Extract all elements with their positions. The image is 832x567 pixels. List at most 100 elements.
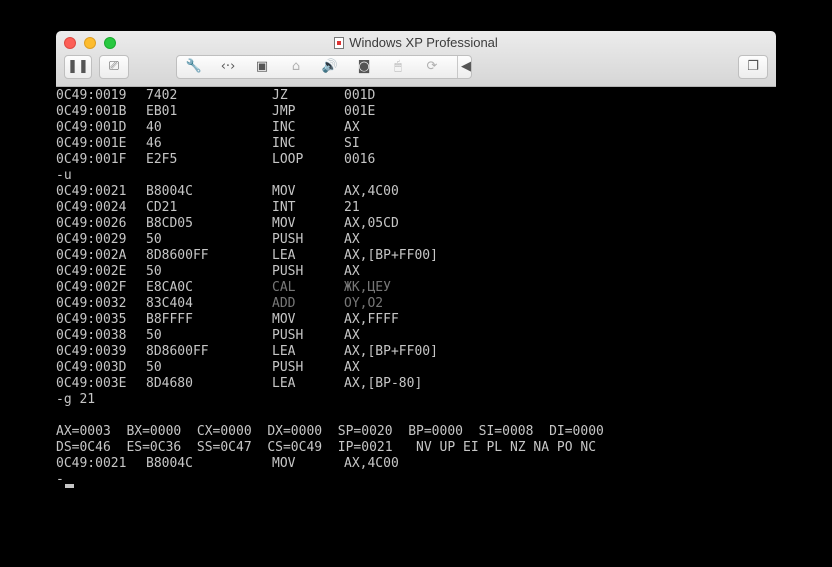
window-mode-button[interactable]: ❐ bbox=[738, 55, 768, 79]
network-arrows-icon[interactable]: ‹·› bbox=[215, 56, 241, 78]
disasm-mnemonic: INC bbox=[272, 120, 296, 135]
console-line: 0C49:002F E8CA0C CAL ЖК,ЦЕУ bbox=[56, 280, 776, 296]
pause-icon: ❚❚ bbox=[67, 59, 89, 74]
disasm-machine-code: 50 bbox=[146, 360, 162, 375]
disasm-operands: AX,05CD bbox=[344, 216, 399, 231]
disasm-operands: AX,[BP+FF00] bbox=[344, 248, 438, 263]
disasm-address: 0C49:0039 bbox=[56, 344, 127, 359]
disasm-operands: SI bbox=[344, 136, 360, 151]
disasm-operands: OY,O2 bbox=[344, 296, 384, 311]
disasm-machine-code: 46 bbox=[146, 136, 162, 151]
disasm-operands: AX,[BP+FF00] bbox=[344, 344, 438, 359]
disasm-address: 0C49:001F bbox=[56, 152, 127, 167]
disasm-address: 0C49:002E bbox=[56, 264, 127, 279]
disasm-mnemonic: CAL bbox=[272, 280, 296, 295]
console-line: 0C49:002A 8D8600FF LEA AX,[BP+FF00] bbox=[56, 248, 776, 264]
disasm-mnemonic: JZ bbox=[272, 88, 288, 103]
disasm-address: 0C49:0029 bbox=[56, 232, 127, 247]
disasm-operands: 001D bbox=[344, 88, 376, 103]
console-text: AX=0003 BX=0000 CX=0000 DX=0000 SP=0020 … bbox=[56, 424, 604, 439]
console-text: - bbox=[56, 472, 64, 487]
console-text: -u bbox=[56, 168, 72, 183]
sound-icon[interactable]: 🔊 bbox=[317, 56, 343, 78]
console-line: 0C49:001B EB01 JMP 001E bbox=[56, 104, 776, 120]
device-toolbar: 🔧 ‹·› ▣ ⌂ 🔊 ◙ 🖱 ⟳ ◀ bbox=[176, 55, 472, 79]
console-line: - bbox=[56, 472, 776, 488]
console-line: 0C49:0039 8D8600FF LEA AX,[BP+FF00] bbox=[56, 344, 776, 360]
disasm-mnemonic: PUSH bbox=[272, 232, 304, 247]
disasm-machine-code: E2F5 bbox=[146, 152, 178, 167]
dos-console[interactable]: 0C49:0019 7402 JZ 001D 0C49:001B EB01 JMP 001E 0… bbox=[56, 88, 776, 567]
disasm-address: 0C49:002A bbox=[56, 248, 127, 263]
disasm-address: 0C49:0021 bbox=[56, 456, 127, 471]
disasm-mnemonic: LEA bbox=[272, 344, 296, 359]
disasm-mnemonic: MOV bbox=[272, 312, 296, 327]
disasm-mnemonic: PUSH bbox=[272, 360, 304, 375]
window-title-container: Windows XP Professional bbox=[56, 34, 776, 52]
disasm-mnemonic: ADD bbox=[272, 296, 296, 311]
disasm-mnemonic: INC bbox=[272, 136, 296, 151]
console-line: 0C49:0021 B8004C MOV AX,4C00 bbox=[56, 184, 776, 200]
window-title: Windows XP Professional bbox=[349, 35, 498, 50]
console-line: 0C49:001F E2F5 LOOP 0016 bbox=[56, 152, 776, 168]
disasm-address: 0C49:003D bbox=[56, 360, 127, 375]
cd-drive-icon[interactable]: ◙ bbox=[351, 56, 377, 78]
printer-icon[interactable]: ⌂ bbox=[283, 56, 309, 78]
console-line: 0C49:002E 50 PUSH AX bbox=[56, 264, 776, 280]
shared-folder-icon[interactable]: ⟳ bbox=[419, 56, 445, 78]
disasm-mnemonic: MOV bbox=[272, 456, 296, 471]
disasm-machine-code: B8004C bbox=[146, 184, 193, 199]
disasm-machine-code: 8D4680 bbox=[146, 376, 193, 391]
disasm-operands: AX,[BP-80] bbox=[344, 376, 423, 391]
console-line: 0C49:001E 46 INC SI bbox=[56, 136, 776, 152]
disasm-mnemonic: LOOP bbox=[272, 152, 304, 167]
disasm-operands: ЖК,ЦЕУ bbox=[344, 280, 391, 295]
console-line: 0C49:0026 B8CD05 MOV AX,05CD bbox=[56, 216, 776, 232]
windows-vm-icon bbox=[334, 37, 345, 49]
disasm-address: 0C49:003E bbox=[56, 376, 127, 391]
disasm-operands: AX bbox=[344, 232, 360, 247]
disasm-operands: AX,4C00 bbox=[344, 456, 399, 471]
settings-wrench-icon[interactable]: 🔧 bbox=[181, 56, 207, 78]
disasm-operands: AX bbox=[344, 360, 360, 375]
hard-disk-icon[interactable]: ▣ bbox=[249, 56, 275, 78]
console-line: 0C49:0024 CD21 INT 21 bbox=[56, 200, 776, 216]
console-line: 0C49:0038 50 PUSH AX bbox=[56, 328, 776, 344]
disasm-address: 0C49:0038 bbox=[56, 328, 127, 343]
disasm-address: 0C49:0026 bbox=[56, 216, 127, 231]
disasm-mnemonic: PUSH bbox=[272, 328, 304, 343]
disasm-machine-code: 50 bbox=[146, 264, 162, 279]
console-line: 0C49:0032 83C404 ADD OY,O2 bbox=[56, 296, 776, 312]
disasm-machine-code: B8FFFF bbox=[146, 312, 193, 327]
disasm-machine-code: E8CA0C bbox=[146, 280, 193, 295]
disasm-mnemonic: MOV bbox=[272, 216, 296, 231]
disasm-operands: 0016 bbox=[344, 152, 376, 167]
disasm-machine-code: EB01 bbox=[146, 104, 178, 119]
disasm-address: 0C49:0019 bbox=[56, 88, 127, 103]
title-bar[interactable]: Windows XP Professional ❚❚ ⎚ 🔧 ‹·› ▣ ⌂ 🔊 ◙ 🖱 ⟳ ◀… bbox=[56, 31, 776, 87]
console-text: DS=0C46 ES=0C36 SS=0C47 CS=0C49 IP=0021 … bbox=[56, 440, 597, 455]
disasm-operands: AX bbox=[344, 120, 360, 135]
console-line: 0C49:003E 8D4680 LEA AX,[BP-80] bbox=[56, 376, 776, 392]
disasm-address: 0C49:0024 bbox=[56, 200, 127, 215]
snapshot-button[interactable]: ⎚ bbox=[99, 55, 129, 79]
usb-mouse-icon[interactable]: 🖱 bbox=[385, 56, 411, 78]
console-line: AX=0003 BX=0000 CX=0000 DX=0000 SP=0020 … bbox=[56, 424, 776, 440]
disasm-address: 0C49:001E bbox=[56, 136, 127, 151]
disasm-machine-code: 8D8600FF bbox=[146, 248, 209, 263]
disasm-machine-code: 40 bbox=[146, 120, 162, 135]
disasm-operands: 21 bbox=[344, 200, 360, 215]
disasm-address: 0C49:001B bbox=[56, 104, 127, 119]
console-line: 0C49:0035 B8FFFF MOV AX,FFFF bbox=[56, 312, 776, 328]
pause-vm-button[interactable]: ❚❚ bbox=[64, 55, 92, 79]
disasm-machine-code: CD21 bbox=[146, 200, 178, 215]
disasm-mnemonic: MOV bbox=[272, 184, 296, 199]
disasm-machine-code: B8CD05 bbox=[146, 216, 193, 231]
collapse-arrow-icon[interactable]: ◀ bbox=[453, 56, 479, 78]
console-line: 0C49:0021 B8004C MOV AX,4C00 bbox=[56, 456, 776, 472]
restore-window-icon: ❐ bbox=[747, 59, 759, 74]
disasm-operands: AX bbox=[344, 264, 360, 279]
disasm-mnemonic: LEA bbox=[272, 248, 296, 263]
disasm-mnemonic: LEA bbox=[272, 376, 296, 391]
